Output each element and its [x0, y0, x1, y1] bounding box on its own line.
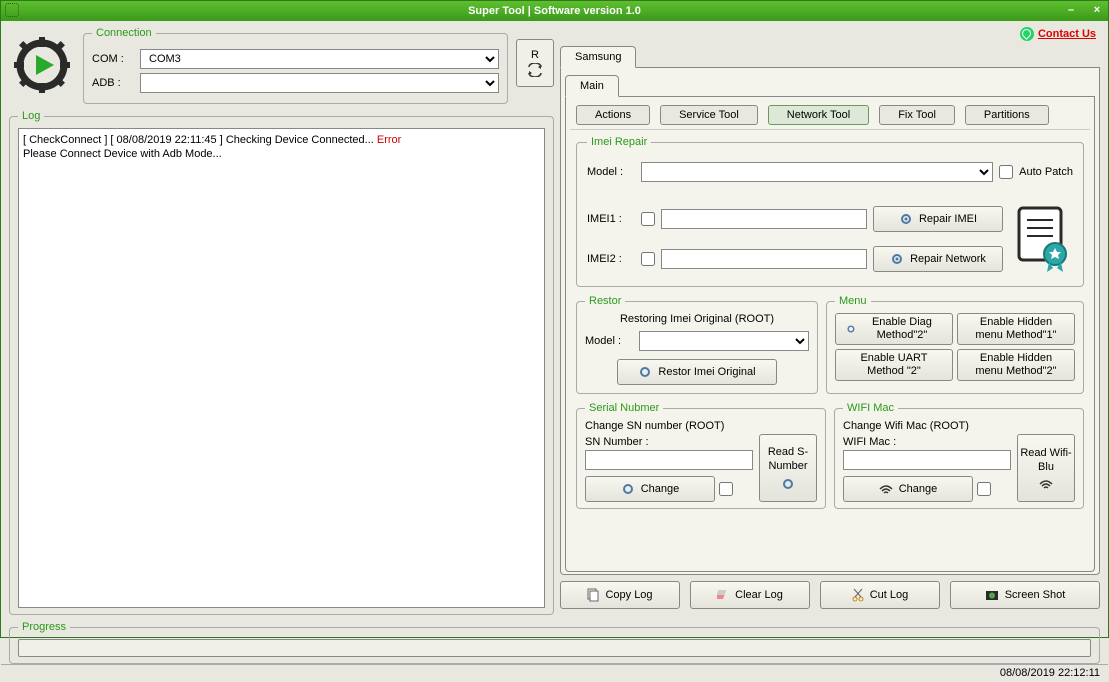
cut-log-button[interactable]: Cut Log: [820, 581, 940, 609]
gear-icon: [781, 477, 795, 491]
scissors-icon: [852, 588, 864, 602]
copy-icon: [587, 588, 599, 602]
imei2-input[interactable]: [661, 249, 867, 269]
imei-legend: Imei Repair: [587, 136, 651, 148]
camera-icon: [985, 588, 999, 602]
whatsapp-icon: [1020, 27, 1034, 41]
imei2-checkbox[interactable]: [641, 252, 655, 266]
menu-legend: Menu: [835, 295, 871, 307]
wifi-icon: [879, 483, 893, 495]
app-icon: [5, 3, 19, 17]
serial-legend: Serial Nubmer: [585, 402, 663, 414]
contact-us-link[interactable]: Contact Us: [1020, 27, 1096, 41]
imei1-checkbox[interactable]: [641, 212, 655, 226]
menu-group: Menu Enable Diag Method"2" Enable Hidden…: [826, 295, 1084, 394]
com-select[interactable]: COM3: [140, 49, 499, 69]
wifi-desc: Change Wifi Mac (ROOT): [843, 420, 1075, 432]
minimize-button[interactable]: –: [1064, 4, 1078, 18]
restor-imei-button[interactable]: Restor Imei Original: [617, 359, 777, 385]
restor-model-label: Model :: [585, 335, 633, 347]
read-sn-button[interactable]: Read S-Number: [759, 434, 817, 502]
gear-icon: [621, 482, 635, 496]
tab-main[interactable]: Main: [565, 75, 619, 97]
imei1-label: IMEI1 :: [587, 213, 635, 225]
clear-log-button[interactable]: Clear Log: [690, 581, 810, 609]
title-bar: Super Tool | Software version 1.0 – ×: [1, 1, 1108, 21]
window-title: Super Tool | Software version 1.0: [468, 5, 641, 17]
connection-legend: Connection: [92, 27, 156, 39]
sn-change-button[interactable]: Change: [585, 476, 715, 502]
wifi-change-button[interactable]: Change: [843, 476, 973, 502]
subtab-partitions[interactable]: Partitions: [965, 105, 1049, 125]
progress-bar: [18, 639, 1091, 657]
screenshot-button[interactable]: Screen Shot: [950, 581, 1100, 609]
wifi-mac-input[interactable]: [843, 450, 1011, 470]
wifi-checkbox[interactable]: [977, 482, 991, 496]
gear-icon: [638, 365, 652, 379]
sn-checkbox[interactable]: [719, 482, 733, 496]
subtab-actions[interactable]: Actions: [576, 105, 650, 125]
sn-input[interactable]: [585, 450, 753, 470]
repair-network-button[interactable]: Repair Network: [873, 246, 1003, 272]
log-legend: Log: [18, 110, 44, 122]
gear-icon: [899, 212, 913, 226]
refresh-label: R: [531, 49, 539, 61]
enable-uart-button[interactable]: Enable UART Method "2": [835, 349, 953, 381]
tab-samsung[interactable]: Samsung: [560, 46, 636, 68]
log-textarea[interactable]: [ CheckConnect ] [ 08/08/2019 22:11:45 ]…: [18, 128, 545, 608]
model-label: Model :: [587, 166, 635, 178]
wifi-mac-label: WIFI Mac :: [843, 436, 1011, 448]
refresh-button[interactable]: R: [516, 39, 554, 87]
restor-desc: Restoring Imei Original (ROOT): [585, 313, 809, 325]
certificate-icon: [1013, 204, 1073, 274]
wifi-legend: WIFI Mac: [843, 402, 898, 414]
wifi-icon: [1039, 478, 1053, 490]
auto-patch-label: Auto Patch: [1019, 166, 1073, 178]
auto-patch-checkbox[interactable]: [999, 165, 1013, 179]
connection-group: Connection COM : COM3 ADB :: [83, 27, 508, 104]
com-label: COM :: [92, 53, 134, 65]
adb-label: ADB :: [92, 77, 134, 89]
subtab-fix-tool[interactable]: Fix Tool: [879, 105, 955, 125]
sn-label: SN Number :: [585, 436, 753, 448]
adb-select[interactable]: [140, 73, 499, 93]
gear-icon: [890, 252, 904, 266]
imei1-input[interactable]: [661, 209, 867, 229]
progress-legend: Progress: [18, 621, 70, 633]
serial-desc: Change SN number (ROOT): [585, 420, 817, 432]
imei2-label: IMEI2 :: [587, 253, 635, 265]
restor-group: Restor Restoring Imei Original (ROOT) Mo…: [576, 295, 818, 394]
enable-diag-button[interactable]: Enable Diag Method"2": [835, 313, 953, 345]
eraser-icon: [717, 588, 729, 602]
close-button[interactable]: ×: [1090, 4, 1104, 18]
enable-hidden1-button[interactable]: Enable Hidden menu Method"1": [957, 313, 1075, 345]
status-time: 08/08/2019 22:12:11: [1000, 667, 1100, 679]
wifi-group: WIFI Mac Change Wifi Mac (ROOT) WIFI Mac…: [834, 402, 1084, 509]
log-group: Log [ CheckConnect ] [ 08/08/2019 22:11:…: [9, 110, 554, 615]
restor-model-select[interactable]: [639, 331, 809, 351]
model-select[interactable]: [641, 162, 993, 182]
gear-icon: [846, 322, 856, 336]
status-bar: 08/08/2019 22:12:11: [1, 664, 1108, 682]
copy-log-button[interactable]: Copy Log: [560, 581, 680, 609]
app-logo: [9, 35, 75, 95]
progress-group: Progress: [9, 621, 1100, 664]
restor-legend: Restor: [585, 295, 625, 307]
read-wifi-button[interactable]: Read Wifi-Blu: [1017, 434, 1075, 502]
subtab-network-tool[interactable]: Network Tool: [768, 105, 869, 125]
repair-imei-button[interactable]: Repair IMEI: [873, 206, 1003, 232]
serial-group: Serial Nubmer Change SN number (ROOT) SN…: [576, 402, 826, 509]
subtab-service-tool[interactable]: Service Tool: [660, 105, 758, 125]
refresh-icon: [527, 63, 543, 77]
enable-hidden2-button[interactable]: Enable Hidden menu Method"2": [957, 349, 1075, 381]
imei-repair-group: Imei Repair Model : Auto Patch IMEI1 :: [576, 136, 1084, 287]
